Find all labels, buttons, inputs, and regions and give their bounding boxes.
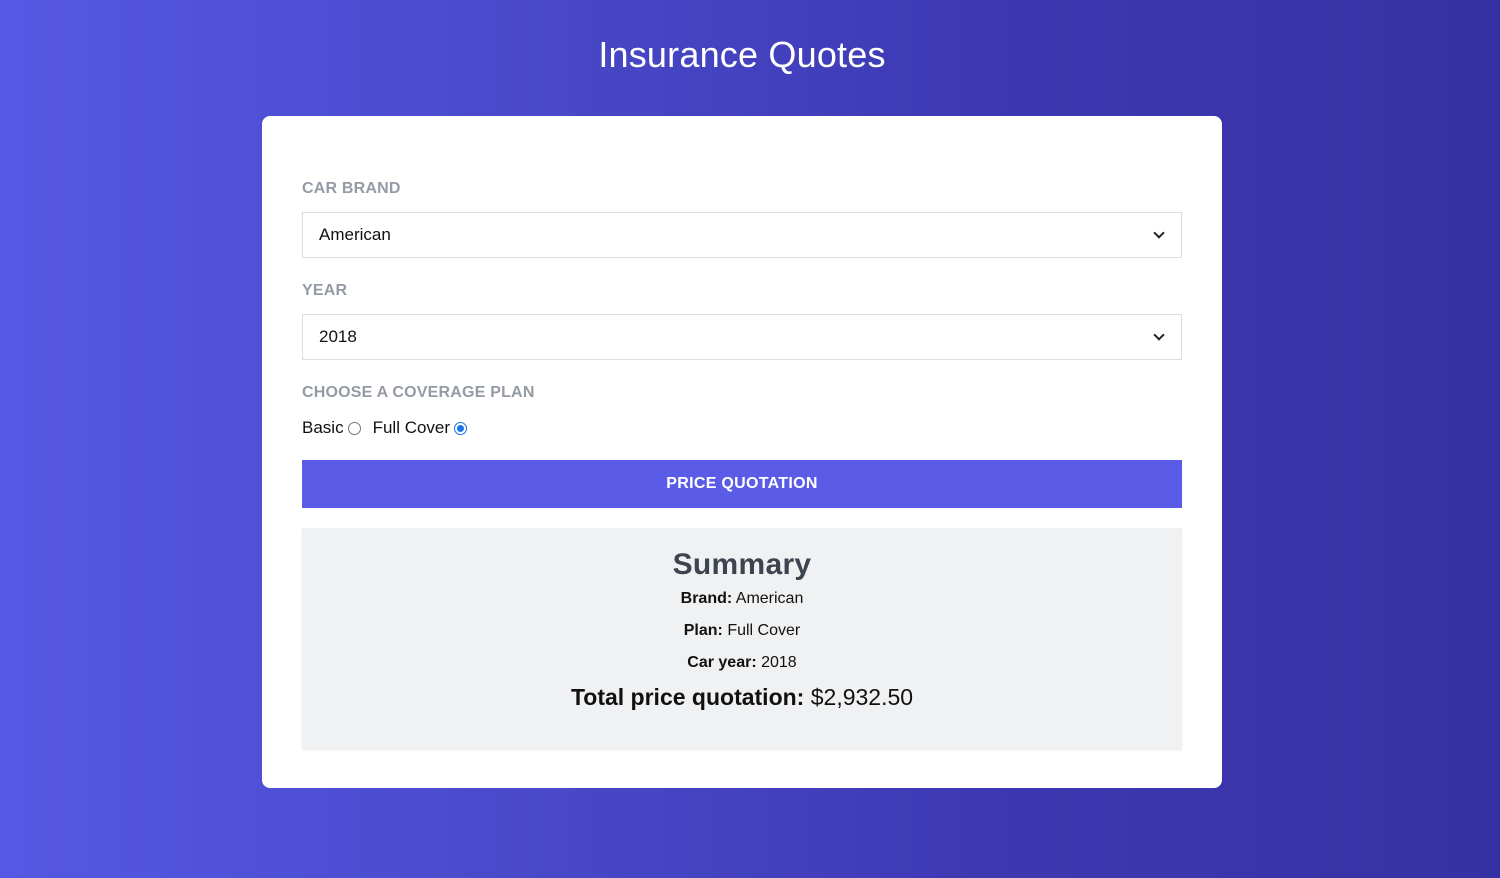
year-select-value: 2018 [319, 327, 357, 346]
car-brand-select[interactable]: American [302, 212, 1182, 258]
plan-option-basic-label: Basic [302, 418, 344, 437]
quote-form-card: Car Brand American Year 2018 Choose a co… [262, 116, 1222, 788]
chevron-down-icon [1153, 329, 1165, 341]
coverage-plan-label: Choose a coverage plan [302, 384, 535, 401]
plan-basic-radio[interactable] [347, 421, 361, 435]
summary-brand: Brand: American [302, 588, 1182, 610]
summary-year: Car year: 2018 [302, 652, 1182, 674]
coverage-plan-options: Basic Full Cover [302, 418, 479, 438]
summary-brand-value: American [735, 590, 804, 607]
plan-option-basic[interactable]: Basic [302, 418, 361, 438]
price-quotation-button[interactable]: Price Quotation [302, 460, 1182, 508]
summary-panel: Summary Brand: American Plan: Full Cover… [302, 528, 1182, 748]
plan-option-full-cover-label: Full Cover [372, 418, 451, 437]
car-brand-label: Car Brand [302, 180, 401, 197]
plan-option-full-cover[interactable]: Full Cover [372, 418, 468, 438]
page-title: Insurance Quotes [598, 34, 886, 75]
year-select[interactable]: 2018 [302, 314, 1182, 360]
chevron-down-icon [1153, 227, 1165, 239]
summary-total: Total price quotation: $2,932.50 [302, 684, 1182, 711]
summary-plan-key: Plan: [683, 622, 723, 639]
summary-total-key: Total price quotation: [570, 684, 805, 710]
summary-total-value: $2,932.50 [810, 684, 914, 710]
summary-plan: Plan: Full Cover [302, 620, 1182, 642]
year-label: Year [302, 282, 348, 299]
summary-year-value: 2018 [761, 654, 797, 671]
plan-full-cover-radio[interactable] [454, 421, 468, 435]
summary-year-key: Car year: [687, 654, 757, 671]
car-brand-select-value: American [319, 225, 391, 244]
summary-title: Summary [672, 548, 812, 581]
summary-brand-key: Brand: [680, 590, 733, 607]
summary-plan-value: Full Cover [727, 622, 801, 639]
